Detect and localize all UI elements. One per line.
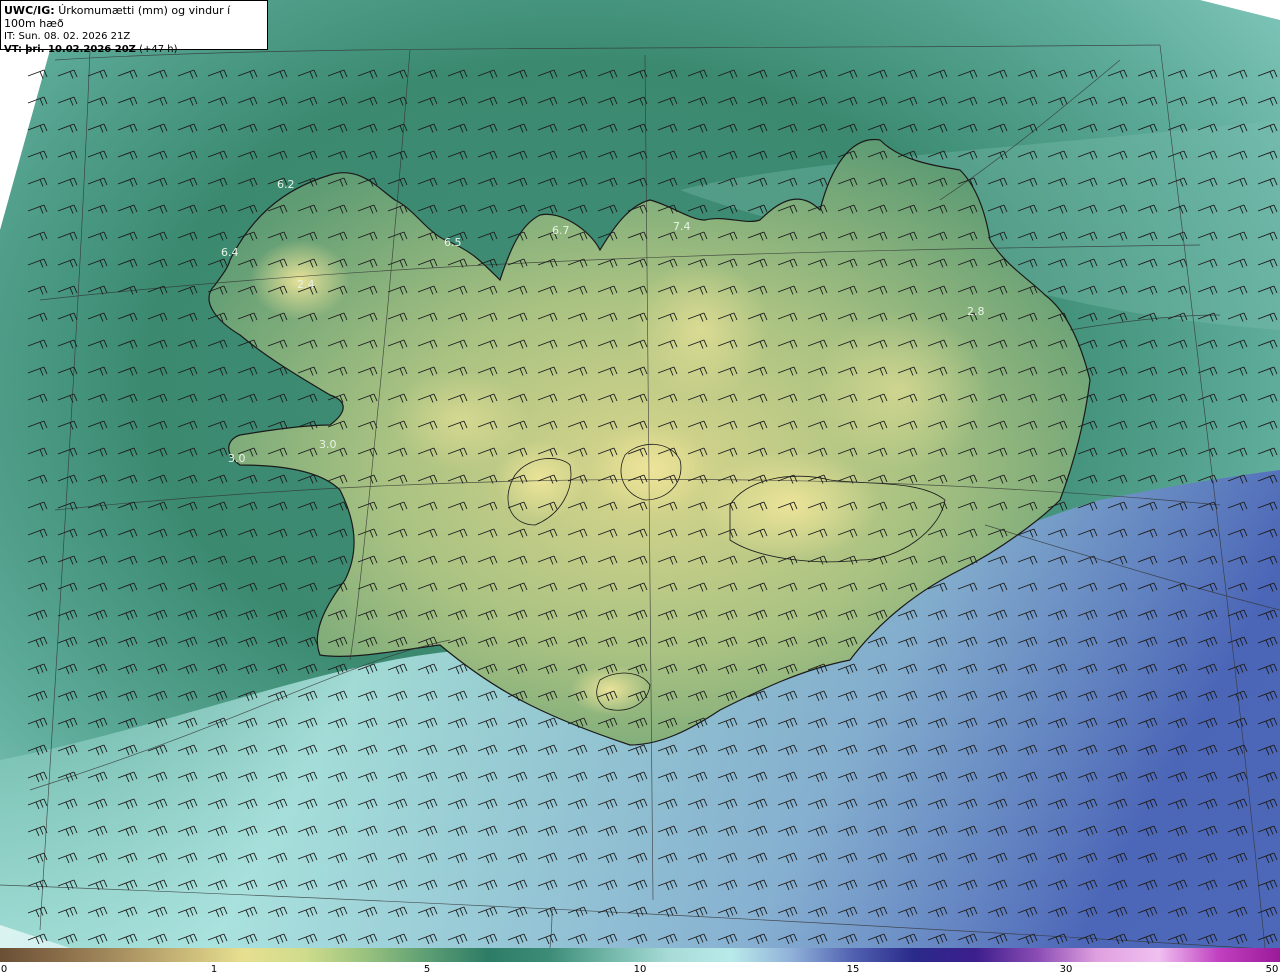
init-time: IT: Sun. 08. 02. 2026 21Z (4, 31, 131, 42)
highland-blob-6 (630, 260, 770, 400)
colorbar-tick-15: 15 (846, 964, 860, 975)
highland-blob-7 (810, 310, 990, 470)
label-3-0-b: 3.0 (319, 438, 337, 451)
valid-time: þri. 10.02.2026 20Z (25, 44, 136, 55)
colorbar-tick-30: 30 (1059, 964, 1073, 975)
label-3-0-a: 3.0 (228, 452, 246, 465)
title-box: UWC/IG: Úrkomumætti (mm) og vindur í 100… (0, 0, 268, 55)
label-6-7: 6.7 (552, 224, 570, 237)
colorbar-tick-5: 5 (423, 964, 431, 975)
colorbar-tick-50: 50 (1265, 964, 1279, 975)
model-name: UWC/IG: (4, 4, 55, 17)
map-area[interactable]: 6.2 6.4 2.4 6.5 6.7 7.4 2.8 3.0 3.0 UWC/… (0, 0, 1280, 948)
label-6-4: 6.4 (221, 246, 239, 259)
label-6-5: 6.5 (444, 236, 462, 249)
valid-time-line: VT: þri. 10.02.2026 20Z (+47 h) (4, 43, 264, 56)
label-2-8: 2.8 (967, 305, 985, 318)
highland-blob-8 (390, 370, 530, 470)
label-2-4: 2.4 (297, 278, 315, 291)
highland-blob-1 (590, 425, 710, 515)
colorbar-tick-10: 10 (633, 964, 647, 975)
colorbar-tick-1: 1 (210, 964, 218, 975)
colorbar-labels: 0 1 5 10 15 30 50 (0, 962, 1280, 978)
valid-time-offset: (+47 h) (135, 44, 178, 55)
title-line: UWC/IG: Úrkomumætti (mm) og vindur í 100… (4, 4, 264, 30)
label-6-2: 6.2 (277, 178, 295, 191)
valid-time-prefix: VT: (4, 44, 23, 55)
colorbar (0, 948, 1280, 962)
forecast-map: 6.2 6.4 2.4 6.5 6.7 7.4 2.8 3.0 3.0 (0, 0, 1280, 948)
colorbar-tick-0: 0 (0, 964, 8, 975)
label-7-4: 7.4 (673, 220, 691, 233)
